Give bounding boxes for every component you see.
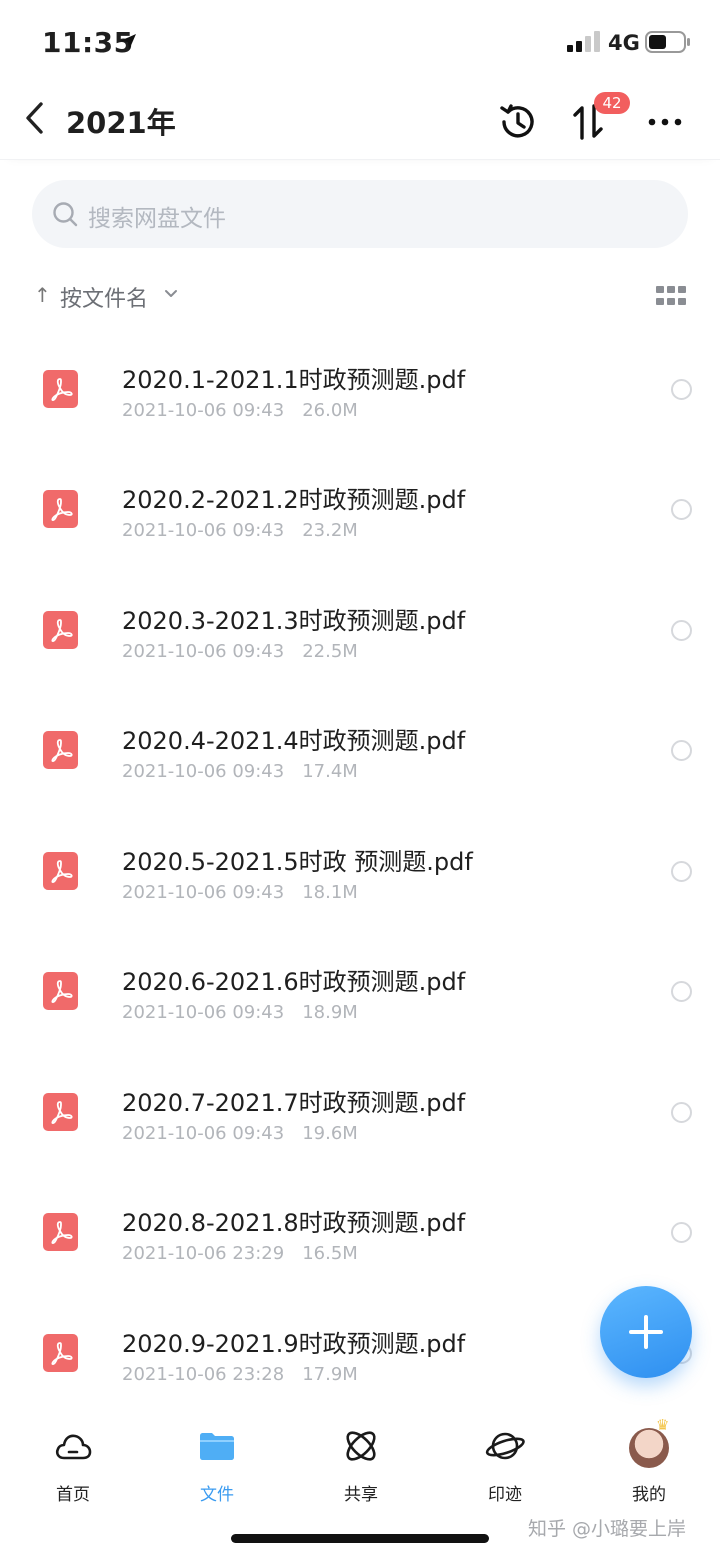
tab-label: 文件	[200, 1485, 234, 1505]
search-input[interactable]: 搜索网盘文件	[88, 199, 226, 233]
file-name: 2020.8-2021.8时政预测题.pdf	[122, 1209, 466, 1237]
select-checkbox[interactable]	[671, 1222, 692, 1243]
file-size: 16.5M	[302, 1243, 358, 1264]
file-row[interactable]: 2020.7-2021.7时政预测题.pdf 2021-10-06 09:43 1…	[0, 1053, 720, 1173]
search-icon	[53, 202, 78, 227]
pdf-file-icon	[43, 370, 78, 408]
file-row[interactable]: 2020.3-2021.3时政预测题.pdf 2021-10-06 09:43 2…	[0, 571, 720, 691]
plus-icon	[629, 1315, 663, 1349]
file-date: 2021-10-06 23:28	[122, 1364, 285, 1385]
select-checkbox[interactable]	[671, 861, 692, 882]
file-meta: 2021-10-06 23:29 16.5M	[122, 1243, 358, 1264]
planet-icon	[485, 1432, 525, 1460]
file-row[interactable]: 2020.6-2021.6时政预测题.pdf 2021-10-06 09:43 1…	[0, 932, 720, 1052]
file-size: 23.2M	[302, 520, 358, 541]
tab-label: 印迹	[488, 1485, 522, 1505]
pdf-file-icon	[43, 490, 78, 528]
tab-home[interactable]: 首页	[18, 1426, 128, 1506]
transfer-count-badge: 42	[594, 92, 630, 114]
file-meta: 2021-10-06 09:43 23.2M	[122, 520, 358, 541]
file-row[interactable]: 2020.4-2021.4时政预测题.pdf 2021-10-06 09:43 1…	[0, 691, 720, 811]
pdf-file-icon	[43, 972, 78, 1010]
tab-label: 我的	[632, 1485, 666, 1505]
file-date: 2021-10-06 09:43	[122, 400, 285, 421]
status-bar: 11:35 4G	[0, 0, 720, 80]
sort-label: 按文件名	[60, 287, 149, 312]
file-meta: 2021-10-06 09:43 18.9M	[122, 1002, 358, 1023]
select-checkbox[interactable]	[671, 499, 692, 520]
folder-icon	[200, 1433, 234, 1460]
select-checkbox[interactable]	[671, 981, 692, 1002]
back-chevron-icon[interactable]	[18, 98, 54, 138]
pdf-file-icon	[43, 1213, 78, 1251]
grid-view-icon[interactable]	[656, 286, 686, 306]
file-date: 2021-10-06 09:43	[122, 520, 285, 541]
file-name: 2020.6-2021.6时政预测题.pdf	[122, 968, 466, 996]
more-options-icon[interactable]	[644, 108, 688, 136]
file-name: 2020.5-2021.5时政 预测题.pdf	[122, 848, 473, 876]
file-size: 22.5M	[302, 641, 358, 662]
navigation-header: 2021年 42	[0, 80, 720, 160]
file-meta: 2021-10-06 09:43 17.4M	[122, 761, 358, 782]
file-name: 2020.4-2021.4时政预测题.pdf	[122, 727, 466, 755]
crown-icon: ♛	[656, 1416, 670, 1434]
select-checkbox[interactable]	[671, 1102, 692, 1123]
tab-share[interactable]: 共享	[306, 1426, 416, 1506]
search-bar[interactable]: 搜索网盘文件	[32, 180, 688, 248]
select-checkbox[interactable]	[671, 379, 692, 400]
page-title: 2021年	[66, 106, 176, 140]
tab-profile[interactable]: ♛ 我的	[594, 1416, 704, 1506]
sort-arrow-icon: ↑	[34, 283, 51, 307]
pdf-file-icon	[43, 611, 78, 649]
file-size: 18.1M	[302, 882, 358, 903]
file-size: 17.4M	[302, 761, 358, 782]
home-indicator	[231, 1534, 489, 1543]
file-date: 2021-10-06 09:43	[122, 1123, 285, 1144]
file-meta: 2021-10-06 09:43 26.0M	[122, 400, 358, 421]
chevron-down-icon	[165, 290, 177, 297]
file-name: 2020.3-2021.3时政预测题.pdf	[122, 607, 466, 635]
file-date: 2021-10-06 09:43	[122, 1002, 285, 1023]
file-name: 2020.9-2021.9时政预测题.pdf	[122, 1330, 466, 1358]
file-size: 26.0M	[302, 400, 358, 421]
tab-label: 首页	[56, 1485, 90, 1505]
add-button[interactable]	[600, 1286, 692, 1378]
file-size: 19.6M	[302, 1123, 358, 1144]
file-date: 2021-10-06 23:29	[122, 1243, 285, 1264]
file-row[interactable]: 2020.2-2021.2时政预测题.pdf 2021-10-06 09:43 2…	[0, 450, 720, 570]
file-size: 17.9M	[302, 1364, 358, 1385]
file-date: 2021-10-06 09:43	[122, 761, 285, 782]
file-size: 18.9M	[302, 1002, 358, 1023]
avatar	[629, 1428, 669, 1468]
signal-strength-icon	[567, 31, 600, 52]
tab-label: 共享	[344, 1485, 378, 1505]
file-date: 2021-10-06 09:43	[122, 641, 285, 662]
cloud-icon	[55, 1434, 92, 1460]
pdf-file-icon	[43, 1334, 78, 1372]
pdf-file-icon	[43, 1093, 78, 1131]
select-checkbox[interactable]	[671, 620, 692, 641]
watermark: 知乎 @小璐要上岸	[528, 1518, 687, 1540]
file-date: 2021-10-06 09:43	[122, 882, 285, 903]
file-meta: 2021-10-06 09:43 19.6M	[122, 1123, 358, 1144]
file-meta: 2021-10-06 09:43 18.1M	[122, 882, 358, 903]
battery-icon	[645, 31, 690, 53]
tab-traces[interactable]: 印迹	[450, 1426, 560, 1506]
network-type: 4G	[608, 31, 640, 55]
file-row[interactable]: 2020.8-2021.8时政预测题.pdf 2021-10-06 23:29 1…	[0, 1173, 720, 1293]
file-name: 2020.7-2021.7时政预测题.pdf	[122, 1089, 466, 1117]
select-checkbox[interactable]	[671, 740, 692, 761]
file-row[interactable]: 2020.1-2021.1时政预测题.pdf 2021-10-06 09:43 2…	[0, 330, 720, 450]
atom-icon	[346, 1431, 376, 1461]
tab-files[interactable]: 文件	[162, 1426, 272, 1506]
file-row[interactable]: 2020.5-2021.5时政 预测题.pdf 2021-10-06 09:43…	[0, 812, 720, 932]
location-arrow-icon	[120, 34, 136, 50]
file-name: 2020.2-2021.2时政预测题.pdf	[122, 486, 466, 514]
pdf-file-icon	[43, 731, 78, 769]
file-meta: 2021-10-06 09:43 22.5M	[122, 641, 358, 662]
file-meta: 2021-10-06 23:28 17.9M	[122, 1364, 358, 1385]
pdf-file-icon	[43, 852, 78, 890]
history-icon[interactable]	[496, 100, 540, 144]
file-name: 2020.1-2021.1时政预测题.pdf	[122, 366, 466, 394]
